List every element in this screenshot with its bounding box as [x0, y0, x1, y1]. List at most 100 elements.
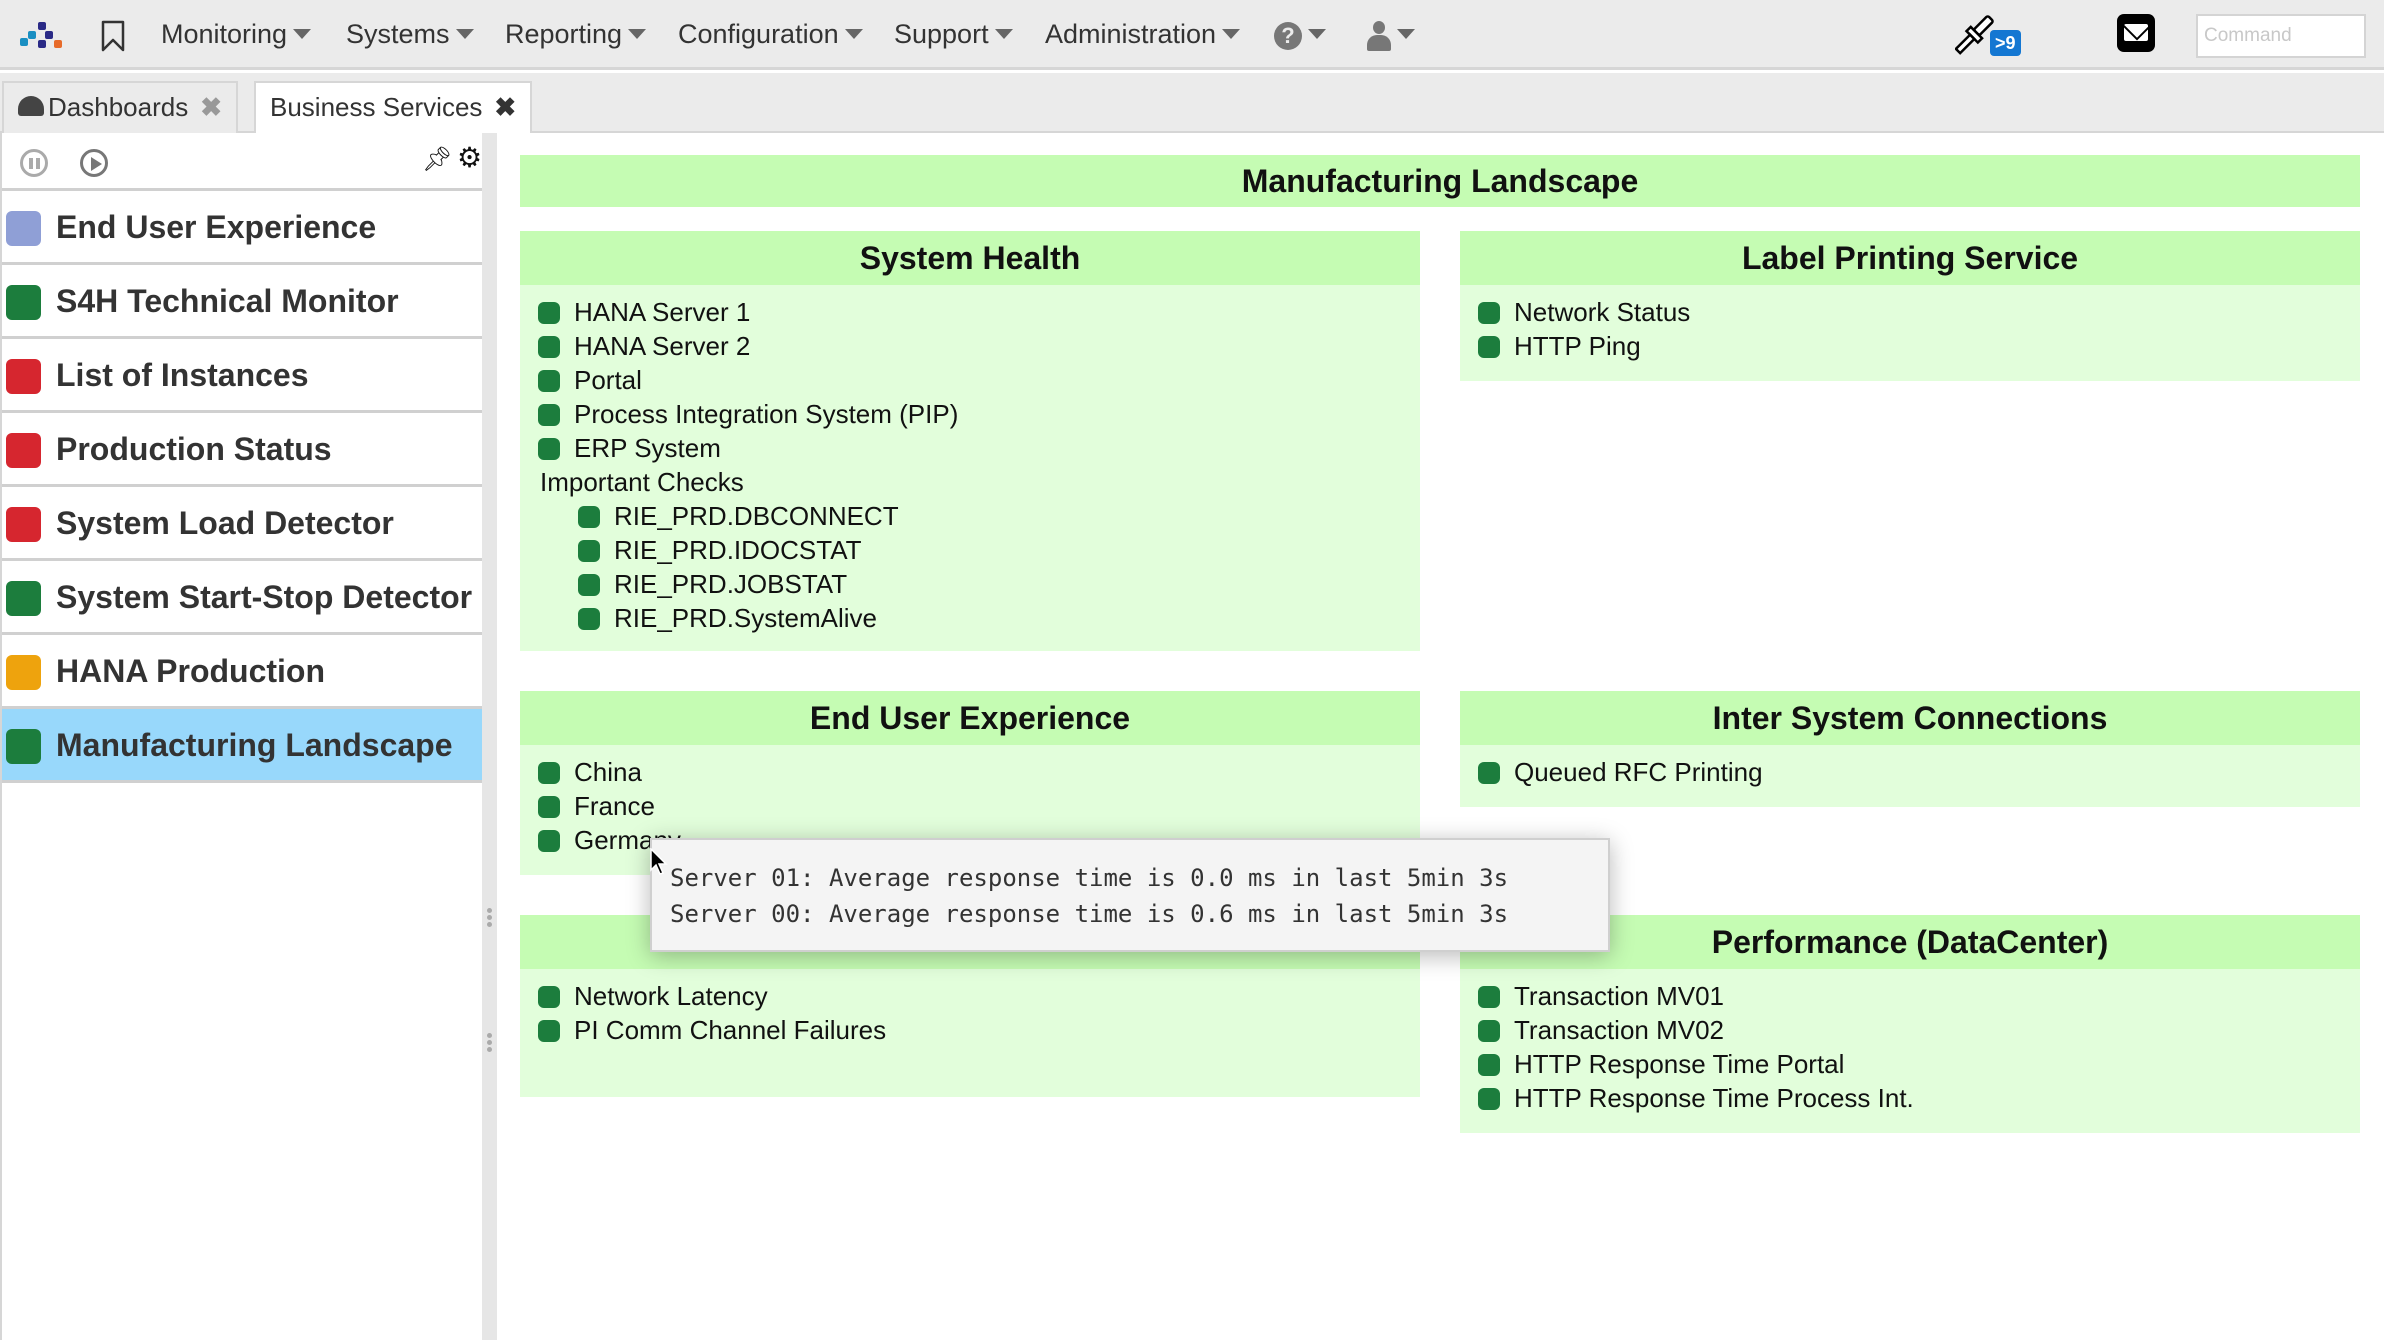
nav-support[interactable]: Support — [894, 14, 1013, 54]
status-list-item[interactable]: Transaction MV02 — [1478, 1013, 2360, 1047]
status-list: Transaction MV01 Transaction MV02 HTTP Res… — [1460, 969, 2360, 1115]
mail-icon[interactable] — [2117, 14, 2155, 52]
sidebar-item[interactable]: System Start-Stop Detector — [2, 561, 482, 635]
status-item-label: HANA Server 1 — [574, 297, 751, 327]
sidebar-item[interactable]: HANA Production — [2, 635, 482, 709]
status-list-item[interactable]: PI Comm Channel Failures — [538, 1013, 1420, 1047]
pin-icon[interactable]: 📌︎ — [422, 145, 452, 174]
status-list-item[interactable]: Queued RFC Printing — [1478, 755, 2360, 789]
nav-monitoring-label: Monitoring — [161, 19, 288, 49]
status-ok-icon — [538, 302, 560, 324]
status-list-item[interactable]: HTTP Response Time Process Int. — [1478, 1081, 2360, 1115]
status-list-item[interactable]: RIE_PRD.JOBSTAT — [578, 567, 1420, 601]
status-list-item[interactable]: HTTP Response Time Portal — [1478, 1047, 2360, 1081]
status-item-label: PI Comm Channel Failures — [574, 1015, 887, 1045]
status-ok-icon — [538, 336, 560, 358]
notification-count-badge[interactable]: >9 — [1990, 30, 2021, 56]
status-ok-icon — [1478, 336, 1500, 358]
status-list-item[interactable]: RIE_PRD.DBCONNECT — [578, 499, 1420, 533]
status-item-label: Process Integration System (PIP) — [574, 399, 959, 429]
chevron-down-icon — [1308, 28, 1326, 39]
status-list-item[interactable]: HANA Server 2 — [538, 329, 1420, 363]
status-list-item[interactable]: China — [538, 755, 1420, 789]
tooltip-line: Server 01: Average response time is 0.0 … — [670, 864, 1509, 892]
tab-business-services[interactable]: Business Services ✖ — [254, 81, 533, 135]
sidebar-item-label: S4H Technical Monitor — [56, 283, 399, 319]
user-icon — [1367, 20, 1391, 51]
sidebar-item-label: End User Experience — [56, 209, 377, 245]
sidebar-item-label: Manufacturing Landscape — [56, 727, 453, 763]
card-title: Label Printing Service — [1460, 231, 2360, 285]
nav-administration[interactable]: Administration — [1045, 14, 1241, 54]
status-list-item[interactable]: Network Status — [1478, 295, 2360, 329]
splitter-grip-icon[interactable] — [487, 908, 492, 929]
status-ok-icon — [578, 540, 600, 562]
nav-configuration[interactable]: Configuration — [678, 14, 863, 54]
help-menu[interactable]: ? — [1274, 14, 1326, 54]
status-item-label: HTTP Response Time Portal — [1514, 1049, 1845, 1079]
user-menu[interactable] — [1367, 14, 1415, 54]
status-item-label: Portal — [574, 365, 642, 395]
card-title: System Health — [520, 231, 1420, 285]
status-list-item[interactable]: HTTP Ping — [1478, 329, 2360, 363]
status-list-item[interactable]: HANA Server 1 — [538, 295, 1420, 329]
close-icon[interactable]: ✖ — [494, 83, 516, 131]
status-square-icon — [6, 285, 41, 320]
nav-monitoring[interactable]: Monitoring — [161, 14, 312, 54]
sidebar-splitter[interactable] — [482, 133, 497, 1340]
chevron-down-icon — [1397, 28, 1415, 39]
gear-icon[interactable]: ⚙ — [457, 141, 482, 174]
sidebar-toolbar: 📌︎ ⚙ — [2, 133, 482, 191]
sidebar-item[interactable]: System Load Detector — [2, 487, 482, 561]
nav-support-label: Support — [894, 19, 989, 49]
status-item-label: Network Status — [1514, 297, 1691, 327]
status-item-label: RIE_PRD.DBCONNECT — [614, 501, 899, 531]
status-list-item[interactable]: Transaction MV01 — [1478, 979, 2360, 1013]
nav-reporting[interactable]: Reporting — [505, 14, 647, 54]
chevron-down-icon — [628, 28, 647, 39]
chevron-down-icon — [994, 28, 1013, 39]
pause-icon[interactable] — [20, 149, 48, 177]
sidebar-item[interactable]: Manufacturing Landscape — [2, 709, 482, 783]
status-ok-icon — [1478, 1054, 1500, 1076]
status-ok-icon — [538, 796, 560, 818]
page-title: Manufacturing Landscape — [520, 155, 2360, 207]
status-list-item[interactable]: RIE_PRD.IDOCSTAT — [578, 533, 1420, 567]
close-icon[interactable]: ✖ — [200, 83, 222, 131]
sidebar-item[interactable]: S4H Technical Monitor — [2, 265, 482, 339]
nav-administration-label: Administration — [1045, 19, 1217, 49]
status-list-item[interactable]: RIE_PRD.SystemAlive — [578, 601, 1420, 635]
chevron-down-icon — [1222, 28, 1241, 39]
splitter-grip-icon[interactable] — [487, 1033, 492, 1054]
play-icon[interactable] — [80, 149, 108, 177]
status-list: Network Status HTTP Ping — [1460, 285, 2360, 363]
sidebar-item[interactable]: End User Experience — [2, 191, 482, 265]
tab-dashboards[interactable]: Dashboards ✖ — [2, 81, 238, 133]
status-list-item[interactable]: France — [538, 789, 1420, 823]
app-logo-icon[interactable] — [18, 18, 66, 52]
card-system-health: System Health HANA Server 1 HANA Server 2… — [520, 231, 1420, 651]
nav-systems-label: Systems — [346, 19, 450, 49]
group-label: Important Checks — [540, 467, 744, 497]
status-ok-icon — [578, 574, 600, 596]
status-ok-icon — [538, 1020, 560, 1042]
status-list: HANA Server 1 HANA Server 2 Portal Process … — [520, 285, 1420, 635]
tab-bar: Dashboards ✖ Business Services ✖ — [0, 73, 2384, 135]
status-list-item[interactable]: Portal — [538, 363, 1420, 397]
status-square-icon — [6, 507, 41, 542]
bookmark-icon[interactable] — [100, 20, 126, 52]
status-item-label: HTTP Response Time Process Int. — [1514, 1083, 1914, 1113]
status-list-item[interactable]: Network Latency — [538, 979, 1420, 1013]
status-item-label: RIE_PRD.IDOCSTAT — [614, 535, 862, 565]
status-item-label: France — [574, 791, 655, 821]
command-input[interactable] — [2196, 14, 2366, 58]
status-list-item[interactable]: Process Integration System (PIP) — [538, 397, 1420, 431]
status-item-label: Transaction MV01 — [1514, 981, 1725, 1011]
status-list-item[interactable]: ERP System — [538, 431, 1420, 465]
status-item-label: RIE_PRD.SystemAlive — [614, 603, 877, 633]
nav-systems[interactable]: Systems — [346, 14, 474, 54]
sidebar: 📌︎ ⚙ End User Experience S4H Technical Mo… — [0, 133, 482, 1340]
sidebar-item[interactable]: List of Instances — [2, 339, 482, 413]
sidebar-item[interactable]: Production Status — [2, 413, 482, 487]
sidebar-item-label: System Start-Stop Detector — [56, 579, 473, 615]
